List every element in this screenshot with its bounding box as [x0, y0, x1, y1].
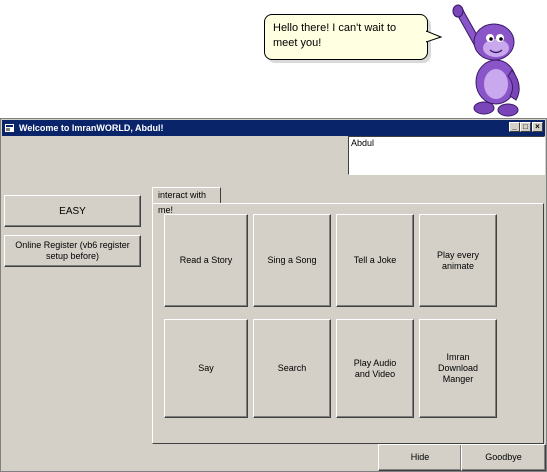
minimize-icon: _ [512, 122, 517, 131]
purple-gorilla-agent-icon[interactable] [446, 4, 528, 118]
app-icon [5, 124, 14, 132]
main-window: Welcome to ImranWORLD, Abdul! _ □ × Abdu… [0, 118, 547, 472]
hide-button[interactable]: Hide [378, 444, 462, 471]
tab-interact[interactable]: interact with me! [152, 187, 221, 215]
balloon-text: Hello there! I can't wait to meet you! [273, 22, 397, 49]
download-manager-button[interactable]: Imran Download Manger [419, 319, 497, 418]
close-button[interactable]: × [532, 122, 543, 132]
tell-joke-label: Tell a Joke [353, 255, 397, 265]
easy-button[interactable]: EASY [4, 195, 141, 227]
search-label: Search [277, 363, 307, 373]
online-register-button[interactable]: Online Register (vb6 register setup befo… [4, 235, 141, 267]
maximize-button[interactable]: □ [520, 122, 531, 132]
say-button[interactable]: Say [164, 319, 248, 418]
download-manager-label: Imran Download Manger [437, 352, 479, 384]
name-textbox[interactable]: Abdul [348, 136, 545, 175]
read-story-label: Read a Story [179, 255, 233, 265]
window-title: Welcome to ImranWORLD, Abdul! [19, 123, 164, 133]
name-value: Abdul [351, 138, 375, 148]
close-icon: × [535, 122, 540, 131]
sing-song-button[interactable]: Sing a Song [253, 214, 331, 307]
play-audio-video-button[interactable]: Play Audio and Video [336, 319, 414, 418]
play-every-animate-button[interactable]: Play every animate [419, 214, 497, 307]
hide-label: Hide [410, 452, 430, 462]
say-label: Say [198, 363, 214, 373]
balloon-tail [426, 30, 442, 43]
speech-balloon: Hello there! I can't wait to meet you! [264, 14, 428, 60]
sing-song-label: Sing a Song [267, 255, 317, 265]
play-every-animate-label: Play every animate [436, 249, 480, 271]
title-bar[interactable]: Welcome to ImranWORLD, Abdul! _ □ × [2, 120, 545, 136]
goodbye-button[interactable]: Goodbye [461, 444, 546, 471]
online-register-label: Online Register (vb6 register setup befo… [15, 240, 130, 261]
play-audio-video-label: Play Audio and Video [353, 357, 397, 379]
tell-joke-button[interactable]: Tell a Joke [336, 214, 414, 307]
read-story-button[interactable]: Read a Story [164, 214, 248, 307]
minimize-button[interactable]: _ [509, 122, 520, 132]
search-button[interactable]: Search [253, 319, 331, 418]
goodbye-label: Goodbye [485, 452, 522, 462]
easy-button-label: EASY [59, 205, 86, 217]
maximize-icon: □ [523, 122, 528, 131]
